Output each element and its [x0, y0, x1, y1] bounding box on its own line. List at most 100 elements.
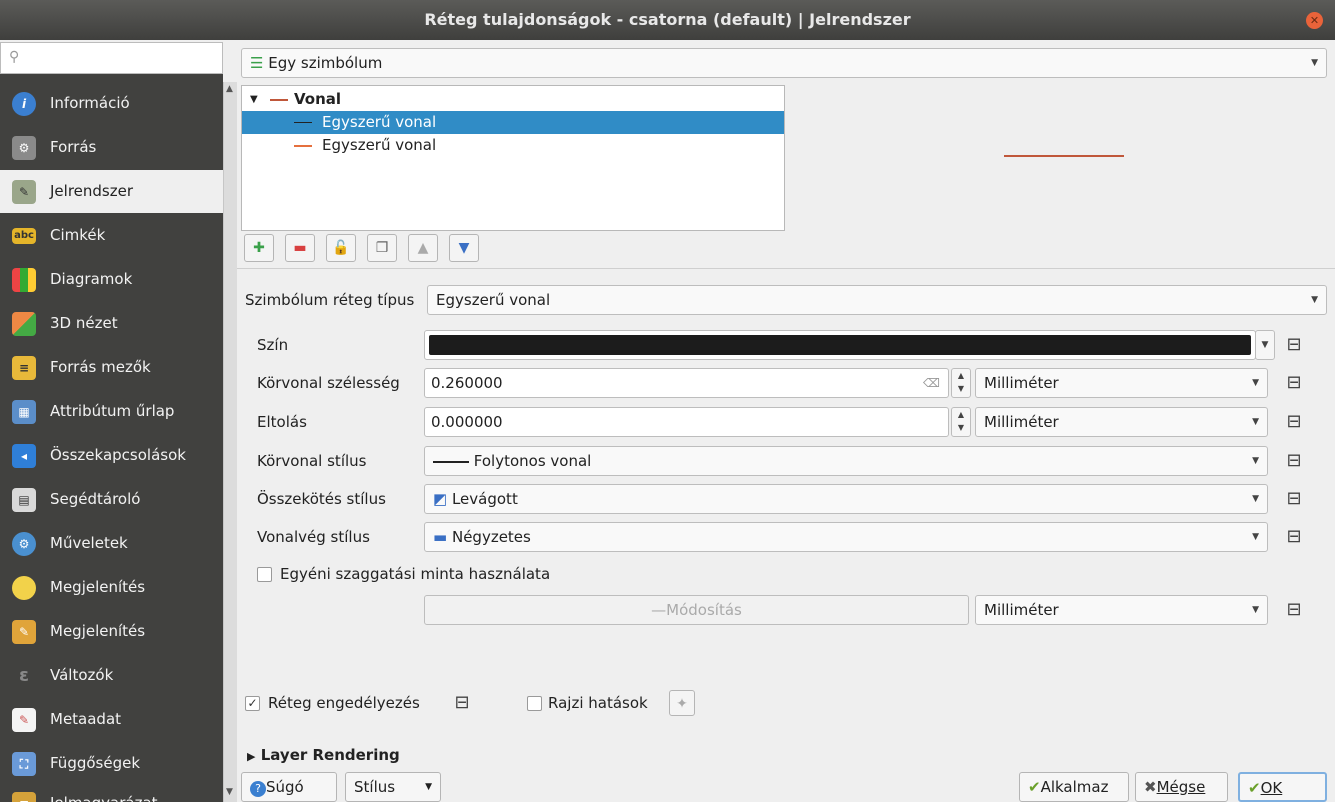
offset-spinner[interactable]: ▲ ▼ [951, 407, 971, 437]
dash-unit-select[interactable]: Milliméter ▼ [975, 595, 1268, 625]
sidebar-item-diagramok[interactable]: Diagramok [0, 258, 223, 301]
scroll-up-icon[interactable]: ▲ [226, 84, 233, 94]
data-defined-override-icon[interactable]: ⊟ [1283, 488, 1305, 510]
sidebar-item-informacio[interactable]: i Információ [0, 82, 223, 125]
lock-layer-button[interactable]: 🔓 [326, 234, 356, 262]
sidebar-item-label: Függőségek [50, 754, 141, 772]
sidebar-item-osszekapcsolasok[interactable]: ◂ Összekapcsolások [0, 434, 223, 477]
chevron-down-icon: ▼ [1252, 532, 1259, 542]
cap-style-select[interactable]: ▬ Négyzetes ▼ [424, 522, 1268, 552]
sidebar-item-forras[interactable]: ⚙ Forrás [0, 126, 223, 169]
move-up-button[interactable]: ▲ [408, 234, 438, 262]
sidebar-item-label: Információ [50, 94, 130, 112]
style-button[interactable]: Stílus ▼ [345, 772, 441, 802]
scroll-down-icon[interactable]: ▼ [226, 787, 233, 797]
actions-icon: ⚙ [12, 532, 36, 556]
sidebar-item-label: Diagramok [50, 270, 133, 288]
layer-type-select[interactable]: Egyszerű vonal ▼ [427, 285, 1327, 315]
tree-row-layer-2[interactable]: Egyszerű vonal [242, 134, 784, 157]
layer-rendering-label: Layer Rendering [260, 746, 400, 764]
attribute-form-icon: ▦ [12, 400, 36, 424]
sidebar-item-jelmagyarazat[interactable]: ≡ Jelmagyarázat [0, 782, 223, 802]
help-label: Súgó [266, 778, 304, 796]
sidebar-item-fuggosegek[interactable]: ⛶ Függőségek [0, 742, 223, 785]
sidebar-item-megjelenites-2[interactable]: ✎ Megjelenítés [0, 610, 223, 653]
help-icon: ? [250, 781, 266, 797]
check-icon: ✔ [1028, 778, 1041, 796]
stroke-width-unit-select[interactable]: Milliméter ▼ [975, 368, 1268, 398]
sidebar-item-segedtarolo[interactable]: ▤ Segédtároló [0, 478, 223, 521]
stroke-width-spinner[interactable]: ▲ ▼ [951, 368, 971, 398]
data-defined-override-icon[interactable]: ⊟ [1283, 526, 1305, 548]
help-button[interactable]: ? Súgó [241, 772, 337, 802]
expand-arrow-icon[interactable]: ▼ [250, 88, 258, 111]
ok-button[interactable]: ✔OK [1238, 772, 1327, 802]
data-defined-override-icon[interactable]: ⊟ [1283, 599, 1305, 621]
custom-dash-checkbox[interactable] [257, 567, 272, 582]
draw-effects-checkbox[interactable] [527, 696, 542, 711]
offset-unit-select[interactable]: Milliméter ▼ [975, 407, 1268, 437]
stroke-width-input[interactable]: 0.260000 ⌫ [424, 368, 949, 398]
chevron-down-icon: ▼ [425, 782, 432, 792]
joins-icon: ◂ [12, 444, 36, 468]
apply-button[interactable]: ✔Alkalmaz [1019, 772, 1129, 802]
data-defined-override-icon[interactable]: ⊟ [1283, 411, 1305, 433]
symbol-layer-tree[interactable]: ▼ Vonal Egyszerű vonal Egyszerű vonal [241, 85, 785, 231]
sidebar-item-forras-mezok[interactable]: ≡ Forrás mezők [0, 346, 223, 389]
panel-scrollbar[interactable]: ▲ ▼ [223, 82, 237, 802]
enable-layer-checkbox[interactable]: ✓ [245, 696, 260, 711]
sidebar-item-label: Segédtároló [50, 490, 141, 508]
remove-layer-button[interactable]: ▬ [285, 234, 315, 262]
arrow-up-icon: ▲ [417, 240, 429, 256]
source-icon: ⚙ [12, 136, 36, 160]
check-icon: ✔ [1248, 779, 1261, 797]
renderer-select[interactable]: ☰ Egy szimbólum ▼ [241, 48, 1327, 78]
search-icon: ⚲ [9, 49, 20, 65]
sidebar-item-jelrendszer[interactable]: ✎ Jelrendszer [0, 170, 223, 213]
chevron-down-icon: ▼ [1252, 417, 1259, 427]
join-style-select[interactable]: ◩ Levágott ▼ [424, 484, 1268, 514]
ok-label: OK [1260, 779, 1283, 797]
chevron-down-icon: ▼ [1252, 378, 1259, 388]
sidebar-item-metaadat[interactable]: ✎ Metaadat [0, 698, 223, 741]
3d-view-icon [12, 312, 36, 336]
cap-style-value: Négyzetes [451, 528, 531, 546]
color-menu-button[interactable]: ▼ [1255, 330, 1275, 360]
dependencies-icon: ⛶ [12, 752, 36, 776]
add-layer-button[interactable]: ✚ [244, 234, 274, 262]
effects-button[interactable]: ✦ [669, 690, 695, 716]
color-button[interactable] [424, 330, 1256, 360]
sidebar-item-3d-nezet[interactable]: 3D nézet [0, 302, 223, 345]
sidebar-item-valtozok[interactable]: ε Változók [0, 654, 223, 697]
enable-layer-label: Réteg engedélyezés [268, 694, 420, 712]
sidebar-item-megjelenites[interactable]: Megjelenítés [0, 566, 223, 609]
pen-style-label: Körvonal stílus [257, 452, 367, 470]
offset-input[interactable]: 0.000000 [424, 407, 949, 437]
data-defined-override-icon[interactable]: ⊟ [1283, 372, 1305, 394]
cancel-button[interactable]: ✖Mégse [1135, 772, 1228, 802]
sidebar-item-muveletek[interactable]: ⚙ Műveletek [0, 522, 223, 565]
layer-rendering-section[interactable]: ▶ Layer Rendering [247, 746, 400, 764]
renderer-value: Egy szimbólum [268, 54, 383, 72]
tree-row-root[interactable]: ▼ Vonal [242, 88, 784, 111]
sidebar-item-label: Attribútum űrlap [50, 402, 175, 420]
modify-label: Módosítás [666, 601, 742, 619]
close-icon[interactable]: ✕ [1306, 12, 1323, 29]
tree-row-layer-1[interactable]: Egyszerű vonal [242, 111, 784, 134]
modify-dash-button[interactable]: —Módosítás [424, 595, 969, 625]
sidebar-item-cimkek[interactable]: abc Cimkék [0, 214, 223, 257]
sidebar-search-input[interactable]: ⚲ [0, 42, 223, 74]
move-down-button[interactable]: ▼ [449, 234, 479, 262]
clear-icon[interactable]: ⌫ [923, 369, 940, 397]
sidebar-item-label: Megjelenítés [50, 622, 146, 640]
data-defined-override-icon[interactable]: ⊟ [1283, 450, 1305, 472]
pen-style-select[interactable]: Folytonos vonal ▼ [424, 446, 1268, 476]
unit-value: Milliméter [984, 601, 1059, 619]
duplicate-layer-button[interactable]: ❐ [367, 234, 397, 262]
data-defined-override-icon[interactable]: ⊟ [1283, 334, 1305, 356]
data-defined-override-icon[interactable]: ⊟ [451, 692, 473, 714]
cap-style-label: Vonalvég stílus [257, 528, 370, 546]
sidebar-item-label: 3D nézet [50, 314, 118, 332]
pen-style-value: Folytonos vonal [473, 452, 592, 470]
sidebar-item-attributum-urlap[interactable]: ▦ Attribútum űrlap [0, 390, 223, 433]
